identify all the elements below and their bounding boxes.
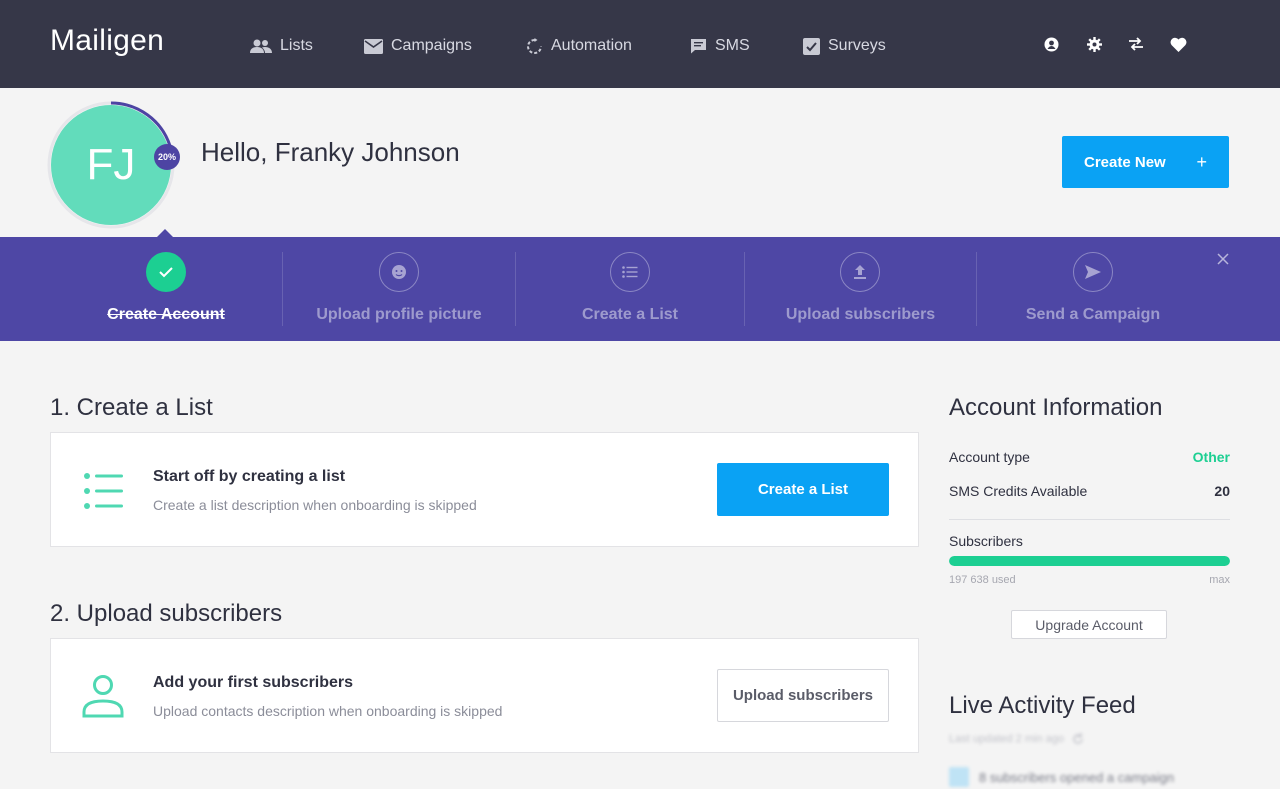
step-create-account[interactable]: Create Account: [50, 237, 282, 341]
account-type-row: Account type Other: [949, 449, 1230, 465]
nav-item-label: Automation: [551, 37, 632, 54]
create-list-button[interactable]: Create a List: [717, 463, 889, 516]
step-create-a-list[interactable]: Create a List: [516, 237, 744, 341]
card-description: Create a list description when onboardin…: [153, 497, 477, 513]
top-navigation: Mailigen Lists Campaigns Automation SMS …: [0, 0, 1280, 88]
upload-icon: [840, 252, 880, 292]
welcome-header: FJ 20% Hello, Franky Johnson Create New …: [0, 88, 1280, 237]
subscribers-meta: 197 638 used max: [949, 574, 1230, 586]
card-title: Add your first subscribers: [153, 674, 354, 691]
gear-icon[interactable]: [1084, 34, 1104, 54]
nav-item-campaigns[interactable]: Campaigns: [364, 34, 472, 58]
plus-icon: +: [1196, 151, 1207, 172]
sms-credits-value: 20: [1214, 483, 1230, 499]
nav-item-label: Surveys: [828, 37, 886, 54]
nav-item-surveys[interactable]: Surveys: [803, 34, 886, 58]
nav-item-label: Campaigns: [391, 37, 472, 54]
envelope-icon: [364, 38, 383, 54]
user-icon[interactable]: [1041, 34, 1061, 54]
list-icon: [84, 473, 123, 509]
refresh-icon[interactable]: [1072, 733, 1084, 745]
card-description: Upload contacts description when onboard…: [153, 703, 503, 719]
step-send-a-campaign[interactable]: Send a Campaign: [977, 237, 1209, 341]
sms-credits-row: SMS Credits Available 20: [949, 483, 1230, 499]
step-label: Upload profile picture: [316, 306, 482, 323]
create-list-card: Start off by creating a list Create a li…: [50, 432, 919, 547]
onboarding-pointer: [157, 229, 173, 237]
section-title-upload-subscribers: 2. Upload subscribers: [50, 600, 283, 627]
step-upload-profile-picture[interactable]: Upload profile picture: [283, 237, 515, 341]
subscribers-used: 197 638 used: [949, 574, 1016, 586]
step-upload-subscribers[interactable]: Upload subscribers: [745, 237, 976, 341]
sms-credits-label: SMS Credits Available: [949, 483, 1088, 499]
nav-item-lists[interactable]: Lists: [250, 34, 313, 58]
upload-subscribers-button[interactable]: Upload subscribers: [717, 669, 889, 722]
step-label: Create Account: [107, 306, 225, 323]
live-activity-feed-title: Live Activity Feed: [949, 692, 1136, 719]
mailigen-logo[interactable]: Mailigen: [50, 24, 164, 58]
list-icon: [610, 252, 650, 292]
swap-icon[interactable]: [1126, 34, 1146, 54]
upload-subscribers-card: Add your first subscribers Upload contac…: [50, 638, 919, 753]
nav-item-automation[interactable]: Automation: [526, 34, 632, 58]
subscribers-max: max: [1209, 574, 1230, 586]
feed-item[interactable]: 8 subscribers opened a campaign: [949, 767, 1174, 787]
nav-item-label: Lists: [280, 37, 313, 54]
account-type-label: Account type: [949, 449, 1030, 465]
person-icon: [82, 675, 124, 718]
card-title: Start off by creating a list: [153, 468, 346, 485]
face-icon: [379, 252, 419, 292]
heart-icon[interactable]: [1168, 34, 1188, 54]
feed-updated-text: Last updated 2 min ago: [949, 733, 1064, 745]
subscribers-progress-bar: [949, 556, 1230, 566]
feed-item-text: 8 subscribers opened a campaign: [979, 769, 1175, 785]
feed-last-updated: Last updated 2 min ago: [949, 733, 1084, 745]
upgrade-account-button[interactable]: Upgrade Account: [1011, 610, 1167, 639]
nav-item-label: SMS: [715, 37, 750, 54]
subscribers-label: Subscribers: [949, 533, 1023, 549]
check-icon: [146, 252, 186, 292]
users-icon: [250, 39, 272, 53]
profile-progress-badge: 20%: [154, 144, 180, 170]
step-label: Send a Campaign: [1025, 306, 1161, 323]
account-information-title: Account Information: [949, 394, 1163, 421]
refresh-icon: [527, 37, 542, 54]
onboarding-steps: Create Account Upload profile picture Cr…: [0, 229, 1280, 341]
greeting-title: Hello, Franky Johnson: [201, 137, 460, 167]
campaign-thumbnail-icon: [949, 767, 969, 787]
subscribers-progress-fill: [949, 556, 1230, 566]
create-new-label: Create New: [1084, 153, 1166, 171]
account-type-value: Other: [1192, 449, 1230, 465]
section-title-create-list: 1. Create a List: [50, 394, 213, 421]
nav-item-sms[interactable]: SMS: [690, 34, 750, 58]
checkbox-icon: [803, 37, 820, 55]
step-label: Upload subscribers: [785, 306, 936, 323]
create-new-button[interactable]: Create New +: [1062, 136, 1229, 188]
message-icon: [691, 39, 706, 54]
divider: [949, 519, 1230, 520]
avatar[interactable]: FJ: [51, 105, 171, 225]
step-label: Create a List: [581, 306, 679, 323]
avatar-wrapper: FJ 20%: [46, 100, 180, 230]
close-icon[interactable]: [1214, 250, 1232, 268]
send-icon: [1073, 252, 1113, 292]
